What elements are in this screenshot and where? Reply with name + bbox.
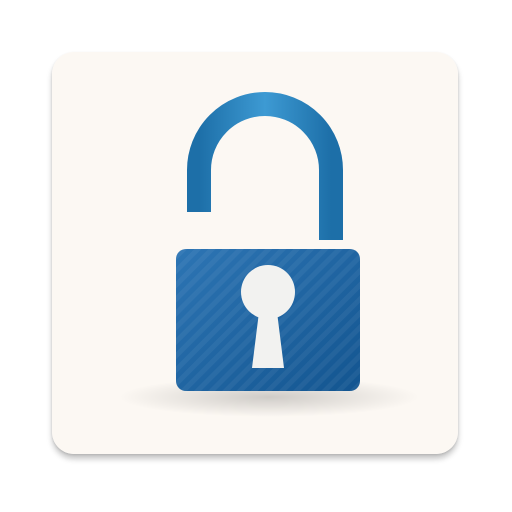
- screen: [0, 0, 512, 512]
- app-icon-tile[interactable]: [52, 52, 458, 454]
- open-padlock-icon: [52, 52, 458, 454]
